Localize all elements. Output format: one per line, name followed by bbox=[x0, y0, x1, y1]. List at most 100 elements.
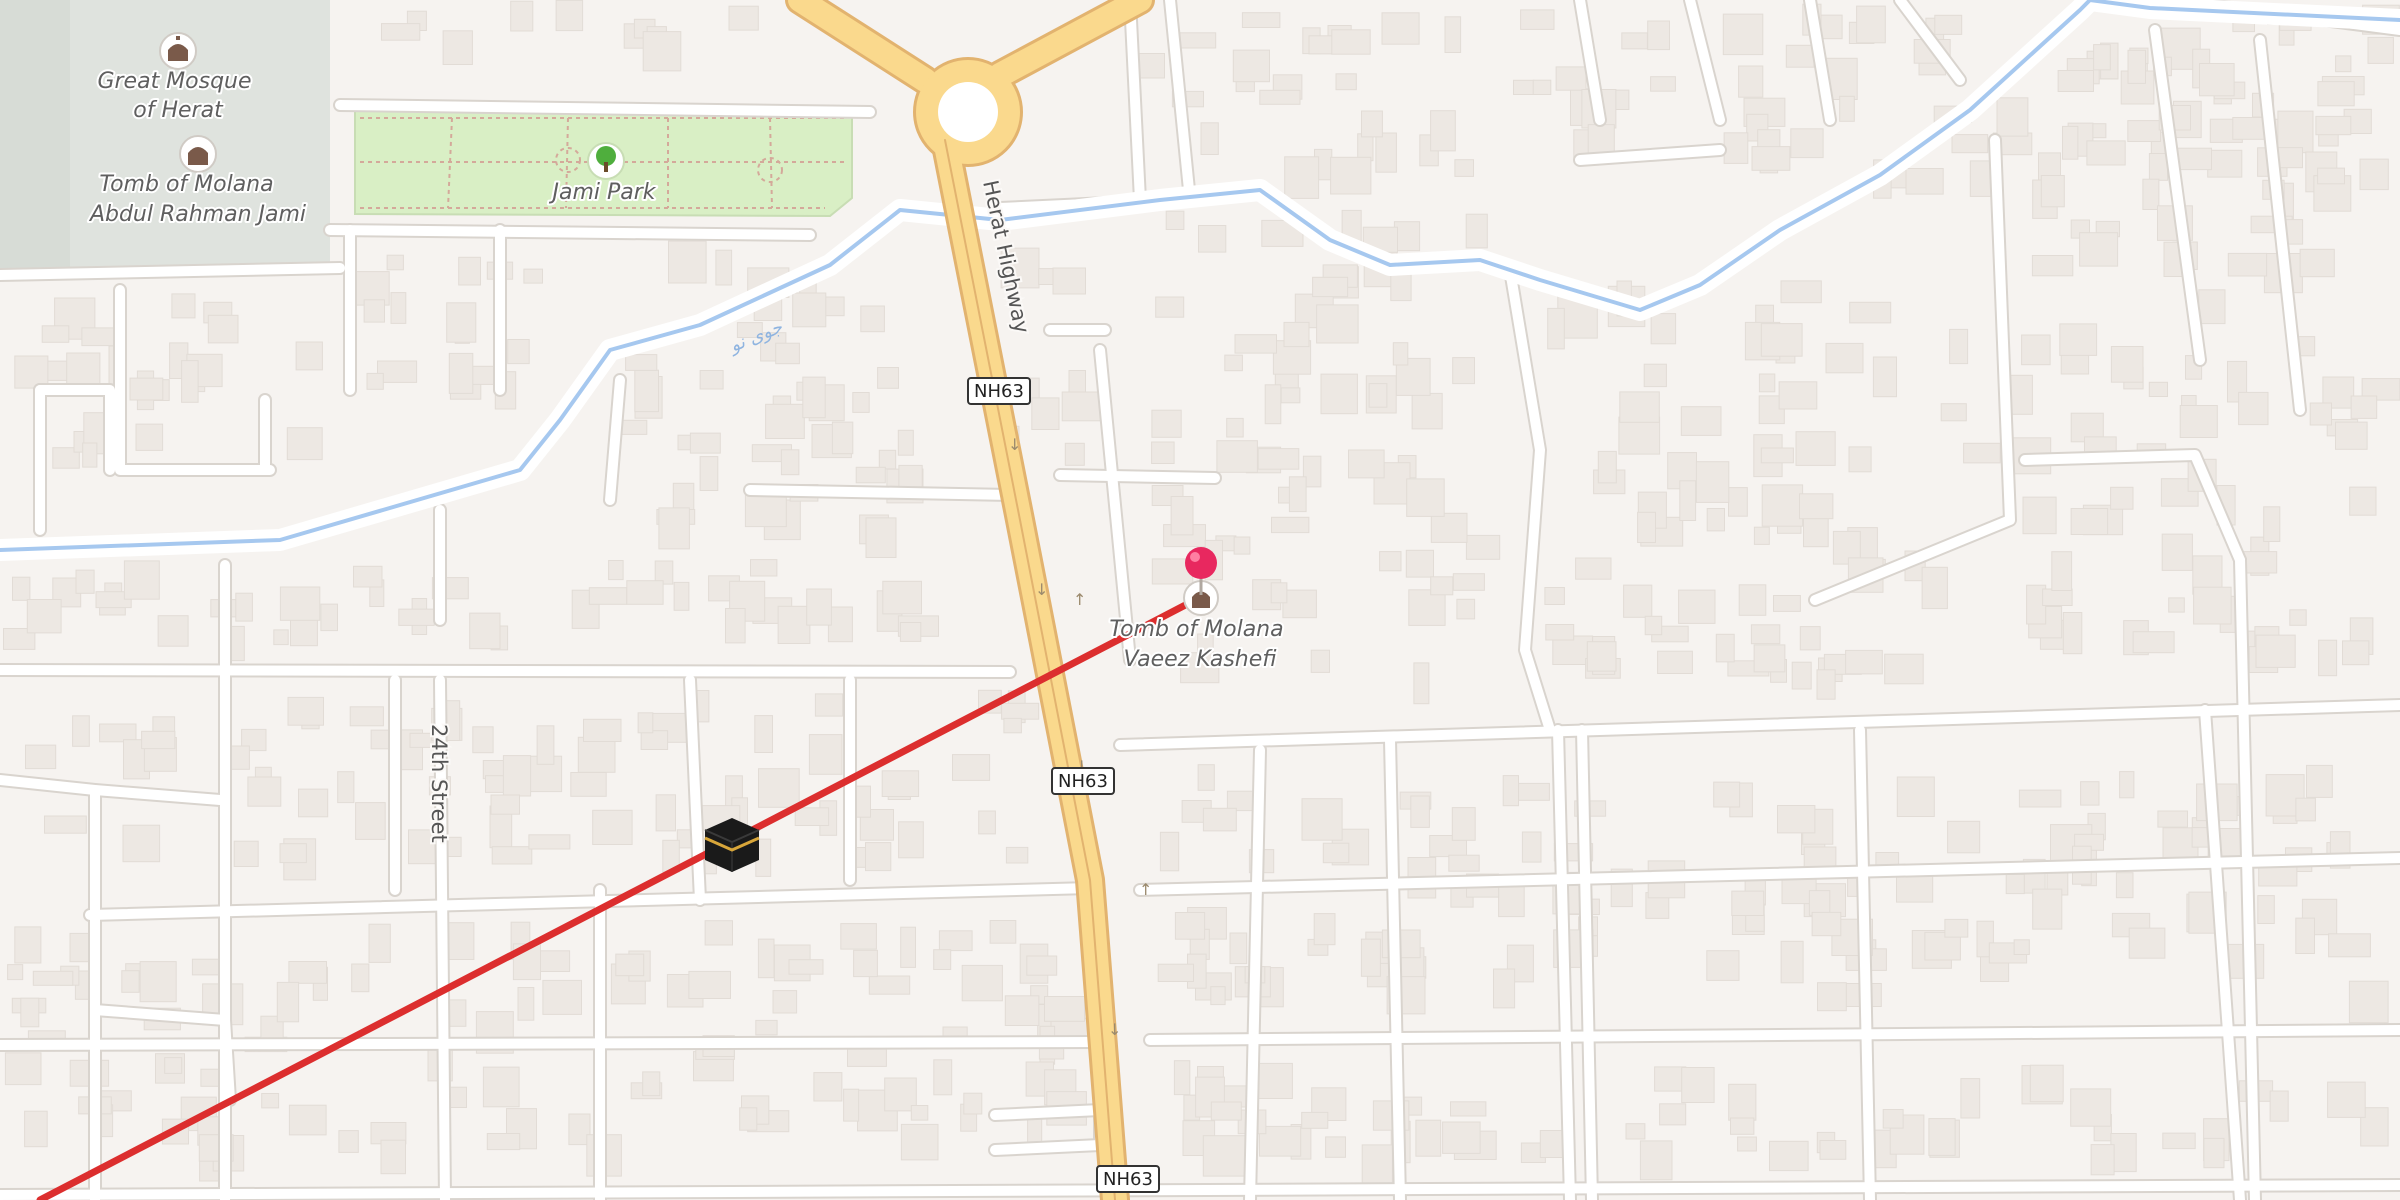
building bbox=[390, 292, 407, 324]
building bbox=[122, 824, 161, 863]
building bbox=[668, 240, 707, 284]
building bbox=[1753, 644, 1786, 673]
mosque-icon[interactable] bbox=[159, 32, 197, 70]
building bbox=[1679, 480, 1697, 521]
building bbox=[1654, 1066, 1687, 1092]
building bbox=[1921, 566, 1948, 610]
building bbox=[1623, 584, 1653, 618]
building bbox=[2132, 631, 2175, 654]
building bbox=[802, 376, 826, 419]
building bbox=[765, 403, 805, 439]
building bbox=[843, 1088, 860, 1122]
building bbox=[1928, 1118, 1956, 1156]
building bbox=[1790, 128, 1824, 159]
building bbox=[1283, 321, 1310, 348]
tree-icon[interactable] bbox=[587, 142, 625, 180]
building bbox=[337, 771, 355, 804]
building bbox=[865, 842, 892, 872]
building bbox=[725, 608, 746, 644]
building bbox=[1392, 342, 1409, 366]
building bbox=[355, 802, 386, 840]
building bbox=[12, 576, 31, 601]
building bbox=[2318, 639, 2338, 677]
building bbox=[1301, 1111, 1329, 1129]
building bbox=[1715, 633, 1735, 663]
building bbox=[1621, 32, 1648, 50]
building bbox=[1280, 387, 1301, 404]
building bbox=[523, 268, 544, 284]
building bbox=[2162, 1132, 2196, 1150]
building bbox=[2179, 405, 2218, 438]
building bbox=[938, 930, 973, 952]
building bbox=[655, 794, 676, 832]
building bbox=[1415, 1119, 1442, 1157]
building bbox=[2299, 248, 2335, 278]
building bbox=[141, 730, 176, 750]
building bbox=[486, 1133, 521, 1151]
building bbox=[2142, 178, 2160, 210]
building bbox=[398, 608, 435, 626]
building bbox=[615, 953, 645, 977]
building bbox=[1368, 383, 1388, 408]
building bbox=[446, 302, 477, 343]
building bbox=[1944, 918, 1969, 938]
svg-text:NH63: NH63 bbox=[1103, 1169, 1153, 1190]
building bbox=[881, 770, 920, 797]
building bbox=[1849, 301, 1892, 324]
building bbox=[1271, 516, 1310, 534]
building bbox=[442, 30, 473, 65]
building bbox=[482, 1066, 520, 1108]
building bbox=[2199, 63, 2235, 97]
building bbox=[1845, 649, 1883, 675]
building bbox=[1151, 409, 1182, 438]
building bbox=[2289, 609, 2307, 626]
building bbox=[2062, 612, 2083, 655]
building bbox=[1173, 1060, 1191, 1096]
building bbox=[353, 565, 383, 588]
building bbox=[1264, 384, 1282, 425]
building bbox=[900, 926, 917, 968]
building bbox=[777, 605, 811, 644]
building bbox=[2257, 895, 2275, 924]
building bbox=[229, 745, 250, 770]
svg-text:↓: ↓ bbox=[1108, 1020, 1121, 1039]
building bbox=[207, 314, 239, 344]
building bbox=[780, 449, 800, 476]
building bbox=[1650, 76, 1676, 92]
building bbox=[1170, 496, 1194, 536]
building bbox=[235, 592, 253, 622]
nh63-shield: NH63 bbox=[967, 377, 1031, 405]
building bbox=[1706, 950, 1740, 981]
building bbox=[368, 923, 391, 963]
building bbox=[1547, 307, 1565, 350]
building bbox=[2115, 872, 2134, 899]
building bbox=[2328, 933, 2371, 958]
building bbox=[1177, 32, 1217, 49]
building bbox=[2157, 810, 2188, 828]
building bbox=[2350, 395, 2378, 419]
building bbox=[181, 360, 199, 403]
building bbox=[2057, 70, 2095, 92]
building bbox=[2127, 120, 2162, 142]
building bbox=[298, 788, 329, 818]
building bbox=[1379, 551, 1402, 572]
24th-street-label: 24th Street bbox=[427, 724, 451, 843]
building bbox=[1811, 911, 1842, 937]
building bbox=[1947, 820, 1981, 854]
building bbox=[1731, 890, 1765, 916]
building bbox=[2227, 252, 2268, 277]
building bbox=[1241, 12, 1281, 28]
building bbox=[2018, 789, 2062, 808]
building bbox=[806, 588, 832, 626]
tomb-icon[interactable] bbox=[179, 135, 217, 173]
building bbox=[878, 449, 897, 470]
building bbox=[2110, 346, 2144, 383]
map-canvas[interactable]: ↓ ↓ ↓ ↓ ↑ ↑ Great Mosque of Herat Tomb o… bbox=[0, 0, 2400, 1200]
building bbox=[24, 1110, 48, 1148]
building bbox=[2175, 147, 2213, 171]
building bbox=[2295, 917, 2316, 954]
building bbox=[1202, 807, 1237, 832]
building bbox=[1872, 356, 1898, 398]
building bbox=[588, 587, 628, 605]
building bbox=[1848, 446, 1872, 473]
